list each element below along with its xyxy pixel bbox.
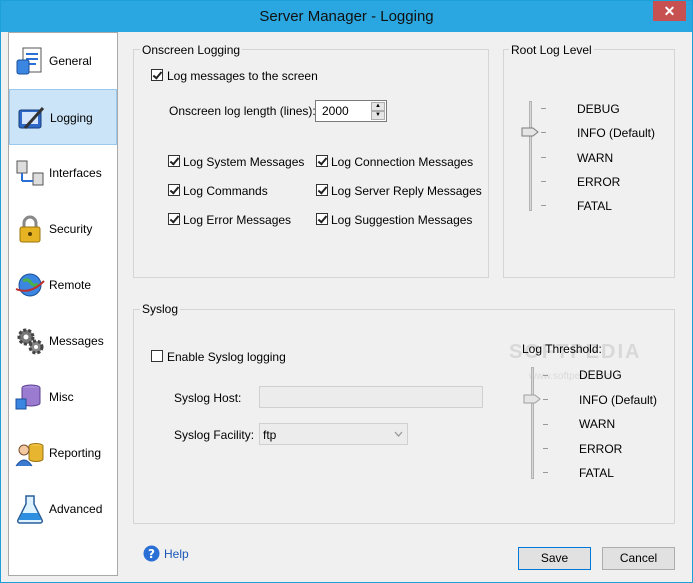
slider-tick: [541, 181, 546, 182]
sidebar-item-label: General: [49, 54, 92, 68]
svg-text:?: ?: [148, 547, 155, 561]
spin-down-icon[interactable]: ▼: [371, 111, 385, 120]
globe-icon: [15, 273, 45, 297]
help-icon[interactable]: ?: [143, 545, 160, 562]
sidebar-item-interfaces[interactable]: Interfaces: [9, 145, 117, 201]
log-length-label: Onscreen log length (lines):: [169, 104, 316, 118]
slider-tick: [543, 472, 548, 473]
sidebar-item-remote[interactable]: Remote: [9, 257, 117, 313]
slider-tick: [541, 205, 546, 206]
syslog-facility-value: ftp: [263, 428, 277, 442]
enable-syslog-label: Enable Syslog logging: [167, 350, 286, 364]
sidebar-item-general[interactable]: General: [9, 33, 117, 89]
syslog-title: Syslog: [140, 302, 181, 316]
root-level-warn: WARN: [577, 151, 614, 165]
flask-icon: [16, 495, 44, 524]
server-manager-window: Server Manager - Logging ✕ General Loggi…: [0, 0, 693, 583]
slider-tick: [541, 157, 546, 158]
log-length-stepper[interactable]: 2000 ▲ ▼: [315, 100, 387, 122]
root-level-slider-track[interactable]: [529, 101, 532, 211]
log-to-screen-checkbox[interactable]: [151, 69, 163, 81]
syslog-facility-label: Syslog Facility:: [174, 428, 255, 442]
sidebar-item-label: Security: [49, 222, 93, 236]
slider-tick: [543, 448, 548, 449]
network-icon: [16, 160, 44, 186]
chevron-down-icon: [394, 431, 403, 437]
onscreen-logging-title: Onscreen Logging: [140, 43, 243, 57]
root-level-slider-thumb[interactable]: [521, 127, 539, 137]
threshold-slider-track[interactable]: [531, 367, 534, 479]
syslog-facility-select[interactable]: ftp: [259, 423, 408, 445]
sidebar-item-label: Logging: [50, 111, 93, 125]
enable-syslog-checkbox[interactable]: [151, 350, 163, 362]
log-connection-messages-checkbox[interactable]: [316, 155, 328, 167]
title-bar[interactable]: Server Manager - Logging ✕: [1, 1, 692, 32]
syslog-host-input[interactable]: [259, 386, 483, 408]
sidebar-item-logging[interactable]: Logging: [9, 89, 117, 145]
log-error-messages-label: Log Error Messages: [183, 213, 292, 227]
log-to-screen-label: Log messages to the screen: [167, 69, 318, 83]
help-link[interactable]: Help: [164, 547, 189, 561]
sidebar-item-label: Advanced: [49, 502, 103, 516]
user-database-icon: [15, 443, 44, 467]
threshold-slider-thumb[interactable]: [523, 394, 541, 404]
log-error-messages-checkbox[interactable]: [168, 213, 180, 225]
threshold-error: ERROR: [579, 442, 623, 456]
log-suggestion-messages-label: Log Suggestion Messages: [331, 213, 473, 227]
root-level-debug: DEBUG: [577, 102, 620, 116]
slider-tick: [543, 375, 548, 376]
window-title: Server Manager - Logging: [259, 8, 434, 25]
root-log-level-title: Root Log Level: [509, 43, 594, 57]
padlock-icon: [19, 215, 41, 243]
sidebar-item-label: Reporting: [49, 446, 102, 460]
syslog-host-label: Syslog Host:: [174, 391, 242, 405]
log-commands-label: Log Commands: [183, 184, 268, 198]
sidebar-item-security[interactable]: Security: [9, 201, 117, 257]
slider-tick: [541, 132, 546, 133]
cancel-button[interactable]: Cancel: [602, 547, 675, 570]
log-length-value: 2000: [322, 104, 349, 118]
spin-up-icon[interactable]: ▲: [371, 102, 385, 111]
log-system-messages-label: Log System Messages: [183, 155, 305, 169]
gears-icon: [17, 328, 44, 355]
sidebar-item-reporting[interactable]: Reporting: [9, 425, 117, 481]
slider-tick: [543, 424, 548, 425]
sidebar-item-advanced[interactable]: Advanced: [9, 481, 117, 537]
slider-tick: [541, 108, 546, 109]
sidebar-item-label: Misc: [49, 390, 74, 404]
log-connection-messages-label: Log Connection Messages: [331, 155, 474, 169]
logbook-pen-icon: [18, 106, 45, 130]
save-button[interactable]: Save: [518, 547, 591, 570]
database-icon: [15, 384, 41, 410]
root-level-fatal: FATAL: [577, 199, 612, 213]
log-suggestion-messages-checkbox[interactable]: [316, 213, 328, 225]
sidebar-item-label: Interfaces: [49, 166, 102, 180]
log-threshold-title: Log Threshold:: [522, 342, 602, 356]
log-commands-checkbox[interactable]: [168, 184, 180, 196]
threshold-fatal: FATAL: [579, 466, 614, 480]
sidebar-item-messages[interactable]: Messages: [9, 313, 117, 369]
threshold-debug: DEBUG: [579, 368, 622, 382]
log-system-messages-checkbox[interactable]: [168, 155, 180, 167]
sidebar-item-misc[interactable]: Misc: [9, 369, 117, 425]
slider-tick: [543, 399, 548, 400]
log-server-reply-checkbox[interactable]: [316, 184, 328, 196]
threshold-info: INFO (Default): [579, 393, 658, 407]
root-level-info: INFO (Default): [577, 126, 656, 140]
sidebar: General Logging Interfaces Security Remo…: [8, 32, 118, 576]
threshold-warn: WARN: [579, 417, 616, 431]
log-server-reply-label: Log Server Reply Messages: [331, 184, 482, 198]
document-icon: [16, 47, 42, 75]
close-button[interactable]: ✕: [653, 1, 686, 21]
sidebar-item-label: Messages: [49, 334, 104, 348]
sidebar-item-label: Remote: [49, 278, 92, 292]
root-level-error: ERROR: [577, 175, 621, 189]
